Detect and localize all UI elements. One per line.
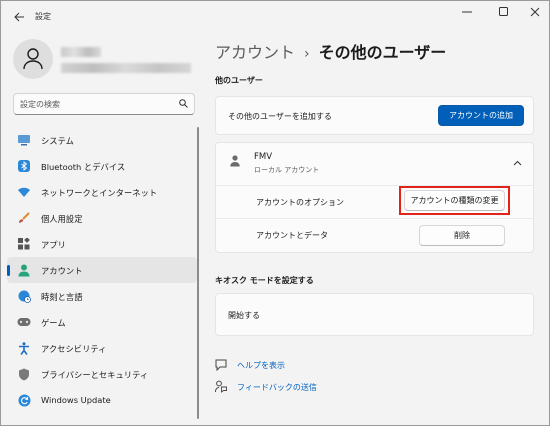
search-icon[interactable] — [179, 99, 188, 111]
back-arrow-icon[interactable] — [9, 7, 29, 27]
person-icon — [23, 48, 43, 70]
sidebar-item-label: Windows Update — [41, 395, 111, 405]
close-icon[interactable] — [519, 1, 550, 23]
sidebar-item-accessibility[interactable]: アクセシビリティ — [7, 335, 197, 361]
sidebar-item-system[interactable]: システム — [7, 127, 197, 153]
delete-account-button[interactable]: 削除 — [419, 225, 505, 246]
sidebar-item-personalization[interactable]: 個人用設定 — [7, 205, 197, 231]
gamepad-icon — [17, 315, 31, 329]
sidebar-item-network[interactable]: ネットワークとインターネット — [7, 179, 197, 205]
help-icon — [215, 359, 227, 374]
sidebar-item-time-language[interactable]: 時刻と言語 — [7, 283, 197, 309]
add-user-text: その他のユーザーを追加する — [228, 112, 332, 121]
maximize-icon[interactable] — [488, 1, 520, 23]
sidebar-item-windows-update[interactable]: Windows Update — [7, 387, 197, 413]
help-link[interactable]: ヘルプを表示 — [237, 360, 285, 371]
user-expander-header[interactable]: FMV ローカル アカウント — [216, 143, 533, 183]
breadcrumb: アカウント › その他のユーザー — [215, 39, 446, 63]
settings-search[interactable] — [13, 93, 195, 115]
account-icon — [17, 263, 31, 277]
avatar — [13, 39, 53, 79]
kiosk-card[interactable]: 開始する — [215, 293, 534, 336]
page-title: その他のユーザー — [318, 43, 447, 62]
settings-window: 設定 システム — [0, 0, 550, 426]
chevron-up-icon[interactable] — [513, 159, 522, 169]
title-bar: 設定 — [1, 1, 549, 33]
user-account-type: ローカル アカウント — [254, 166, 320, 174]
sidebar-item-label: Bluetooth とデバイス — [41, 162, 126, 172]
kiosk-start-label: 開始する — [228, 311, 260, 320]
feedback-icon — [215, 380, 227, 396]
kiosk-heading: キオスク モードを設定する — [215, 276, 314, 285]
shield-icon — [17, 367, 31, 381]
sidebar-item-label: アプリ — [41, 240, 66, 250]
sidebar-item-label: システム — [41, 136, 74, 146]
sidebar-nav: システム Bluetooth とデバイス ネットワークとインターネット 個人用設… — [7, 127, 197, 413]
minimize-icon[interactable] — [451, 1, 483, 23]
account-options-label: アカウントのオプション — [256, 198, 344, 207]
sidebar-item-bluetooth[interactable]: Bluetooth とデバイス — [7, 153, 197, 179]
globe-clock-icon — [17, 289, 31, 303]
sidebar-item-privacy[interactable]: プライバシーとセキュリティ — [7, 361, 197, 387]
account-data-label: アカウントとデータ — [256, 231, 328, 240]
breadcrumb-parent[interactable]: アカウント — [215, 43, 295, 62]
wifi-icon — [17, 185, 31, 199]
user-name: FMV — [254, 152, 273, 162]
system-icon — [17, 133, 31, 147]
sidebar-item-label: アカウント — [41, 266, 83, 276]
highlight-box — [399, 186, 510, 215]
feedback-link[interactable]: フィードバックの送信 — [237, 382, 317, 393]
sidebar-item-label: 個人用設定 — [41, 214, 83, 224]
other-users-heading: 他のユーザー — [215, 76, 263, 85]
app-title: 設定 — [35, 12, 51, 21]
sidebar-item-apps[interactable]: アプリ — [7, 231, 197, 257]
accessibility-icon — [17, 341, 31, 355]
divider — [216, 218, 533, 219]
brush-icon — [17, 211, 31, 225]
add-user-card: その他のユーザーを追加する アカウントの追加 — [215, 96, 534, 135]
user-name-redacted — [61, 47, 101, 57]
add-account-button[interactable]: アカウントの追加 — [438, 105, 524, 126]
apps-icon — [17, 237, 31, 251]
sidebar-item-label: 時刻と言語 — [41, 292, 83, 302]
sidebar-item-label: アクセシビリティ — [41, 344, 107, 354]
sidebar-item-label: ゲーム — [41, 318, 66, 328]
breadcrumb-separator: › — [304, 46, 310, 62]
update-icon — [17, 393, 31, 407]
sidebar-item-label: ネットワークとインターネット — [41, 188, 158, 198]
sidebar-scrollbar[interactable] — [197, 127, 199, 419]
sidebar-item-gaming[interactable]: ゲーム — [7, 309, 197, 335]
search-input[interactable] — [20, 97, 170, 111]
person-icon — [230, 155, 240, 170]
sidebar-item-label: プライバシーとセキュリティ — [41, 370, 149, 380]
bluetooth-icon — [17, 159, 31, 173]
sidebar-item-accounts[interactable]: アカウント — [7, 257, 197, 283]
user-email-redacted — [61, 63, 191, 73]
